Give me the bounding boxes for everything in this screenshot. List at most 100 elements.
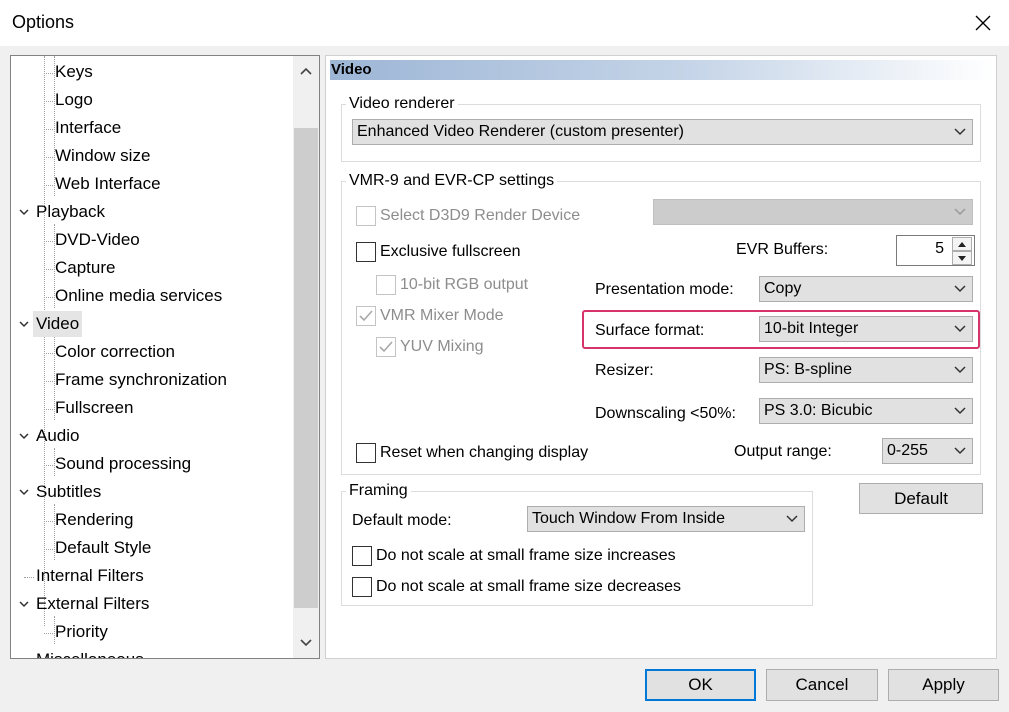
title-bar — [0, 0, 1009, 46]
downscaling-select[interactable]: PS 3.0: Bicubic — [759, 398, 973, 424]
chevron-down-icon — [954, 447, 966, 455]
rgb10-checkbox[interactable] — [376, 275, 396, 295]
tree-line — [44, 241, 53, 242]
rgb10-label: 10-bit RGB output — [400, 276, 529, 293]
tree-item[interactable]: Logo — [55, 87, 93, 113]
video-renderer-select[interactable]: Enhanced Video Renderer (custom presente… — [352, 119, 973, 145]
tree-item[interactable]: Default Style — [55, 535, 151, 561]
tree-line — [44, 549, 53, 550]
tree-item[interactable]: Capture — [55, 255, 115, 281]
evr-buffers-label: EVR Buffers: — [736, 241, 829, 258]
select-d3d9-checkbox[interactable] — [356, 206, 376, 226]
tree-item[interactable]: Online media services — [55, 283, 222, 309]
surface-format-label: Surface format: — [595, 322, 705, 339]
tree-line — [44, 521, 53, 522]
chevron-down-icon — [954, 407, 966, 415]
tree-line — [44, 409, 53, 410]
tree-item[interactable]: Priority — [55, 619, 108, 645]
chevron-down-icon — [954, 208, 966, 216]
no-scale-decrease-checkbox[interactable] — [352, 577, 372, 597]
tree-item[interactable]: Internal Filters — [36, 563, 144, 589]
tree-item[interactable]: Rendering — [55, 507, 133, 533]
tree-line — [44, 297, 53, 298]
tree-line — [44, 633, 53, 634]
tree-expand-chevron-icon[interactable] — [19, 207, 29, 217]
tree-line — [44, 353, 53, 354]
tree-item[interactable]: External Filters — [36, 591, 149, 617]
tree-item[interactable]: Playback — [36, 199, 105, 225]
tree-item[interactable]: Web Interface — [55, 171, 161, 197]
presentation-mode-label: Presentation mode: — [595, 281, 734, 298]
spin-down-button[interactable] — [952, 251, 972, 265]
evr-buffers-spinner[interactable]: 5 — [896, 235, 975, 266]
scroll-up-button[interactable] — [293, 58, 319, 84]
presentation-mode-select[interactable]: Copy — [759, 276, 973, 302]
tree-line — [44, 129, 53, 130]
select-d3d9-label: Select D3D9 Render Device — [380, 207, 581, 224]
no-scale-increase-checkbox[interactable] — [352, 546, 372, 566]
d3d9-device-select[interactable] — [653, 199, 973, 225]
tree-item[interactable]: Subtitles — [36, 479, 101, 505]
tree-item[interactable]: Interface — [55, 115, 121, 141]
caret-down-icon — [958, 255, 966, 261]
chevron-down-icon — [954, 285, 966, 293]
chevron-down-icon — [786, 515, 798, 523]
tree-item[interactable]: Frame synchronization — [55, 367, 227, 393]
tree-item[interactable]: Window size — [55, 143, 150, 169]
tree-expand-chevron-icon[interactable] — [19, 431, 29, 441]
tree-item[interactable]: Fullscreen — [55, 395, 133, 421]
downscaling-label: Downscaling <50%: — [595, 405, 736, 422]
tree-expand-chevron-icon[interactable] — [19, 487, 29, 497]
ok-button[interactable]: OK — [645, 669, 756, 701]
resizer-select[interactable]: PS: B-spline — [759, 357, 973, 383]
tree-expand-chevron-icon[interactable] — [19, 599, 29, 609]
presentation-mode-value: Copy — [764, 280, 802, 297]
options-tree[interactable]: Keys Logo Interface Window size Web Interfac… — [10, 55, 320, 659]
output-range-select[interactable]: 0-255 — [882, 438, 973, 464]
output-range-value: 0-255 — [887, 442, 928, 459]
default-mode-value: Touch Window From Inside — [532, 510, 725, 527]
scroll-down-button[interactable] — [293, 630, 319, 656]
surface-format-select[interactable]: 10-bit Integer — [759, 316, 973, 342]
vmr-mixer-checkbox[interactable] — [356, 306, 376, 326]
tree-item[interactable]: Keys — [55, 59, 93, 85]
tree-scrollbar[interactable] — [293, 56, 319, 658]
tree-item[interactable]: DVD-Video — [55, 227, 140, 253]
default-mode-label: Default mode: — [352, 512, 452, 529]
tree-item[interactable]: Color correction — [55, 339, 175, 365]
evr-buffers-value: 5 — [935, 240, 944, 257]
surface-format-value: 10-bit Integer — [764, 320, 859, 337]
reset-display-checkbox[interactable] — [356, 443, 376, 463]
tree-item[interactable]: Sound processing — [55, 451, 191, 477]
apply-button[interactable]: Apply — [888, 669, 999, 701]
tree-item[interactable]: Miscellaneous — [36, 647, 144, 658]
resizer-value: PS: B-spline — [764, 361, 853, 378]
default-button[interactable]: Default — [859, 483, 983, 514]
tree-line — [44, 269, 53, 270]
page-header-banner — [330, 60, 994, 80]
yuv-mixing-checkbox[interactable] — [376, 337, 396, 357]
resizer-label: Resizer: — [595, 362, 654, 379]
yuv-mixing-label: YUV Mixing — [400, 338, 484, 355]
video-renderer-value: Enhanced Video Renderer (custom presente… — [357, 123, 684, 140]
tree-item[interactable]: Video — [33, 311, 83, 337]
framing-legend: Framing — [346, 482, 411, 500]
chevron-down-icon — [954, 325, 966, 333]
window-title: Options — [12, 12, 75, 32]
tree-line — [44, 465, 53, 466]
default-mode-select[interactable]: Touch Window From Inside — [527, 506, 805, 532]
spin-up-button[interactable] — [952, 237, 972, 251]
caret-up-icon — [958, 241, 966, 247]
scroll-thumb[interactable] — [294, 128, 318, 608]
tree-line — [44, 185, 53, 186]
no-scale-increase-label: Do not scale at small frame size increas… — [376, 547, 676, 564]
close-button[interactable] — [964, 5, 1002, 41]
page-title: Video — [331, 61, 372, 78]
downscaling-value: PS 3.0: Bicubic — [764, 402, 873, 419]
chevron-down-icon — [300, 639, 312, 647]
tree-item[interactable]: Audio — [36, 423, 79, 449]
cancel-button[interactable]: Cancel — [766, 669, 878, 701]
exclusive-fullscreen-checkbox[interactable] — [356, 242, 376, 262]
tree-expand-chevron-icon[interactable] — [19, 319, 29, 329]
video-renderer-legend: Video renderer — [346, 95, 458, 113]
